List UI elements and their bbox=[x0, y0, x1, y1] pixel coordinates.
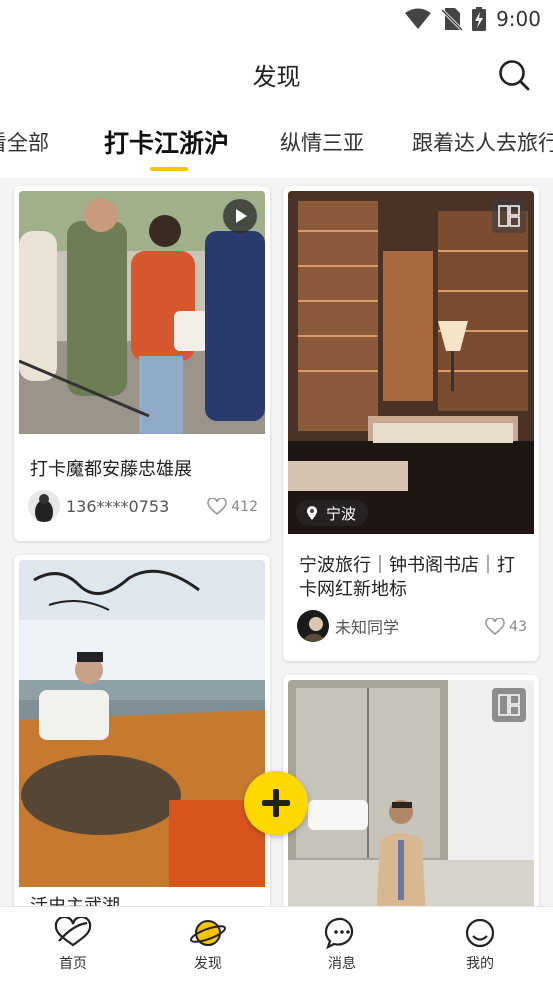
tab-sanya[interactable]: 纵情三亚 bbox=[280, 127, 364, 157]
active-tab-indicator bbox=[150, 167, 188, 171]
header: 发现 bbox=[0, 40, 553, 110]
no-sim-icon bbox=[442, 8, 463, 31]
post-author[interactable]: 136****0753 bbox=[28, 490, 169, 522]
wifi-icon bbox=[405, 8, 432, 29]
smiley-icon bbox=[465, 918, 495, 948]
grid-icon bbox=[498, 205, 520, 227]
author-name: 未知同学 bbox=[335, 618, 400, 637]
nav-item-profile[interactable]: 我的 bbox=[440, 917, 520, 973]
tab-all[interactable]: 看全部 bbox=[0, 127, 49, 157]
like-button[interactable]: 412 bbox=[207, 498, 258, 516]
like-count: 43 bbox=[509, 619, 527, 635]
nav-label: 发现 bbox=[194, 956, 222, 972]
location-pin-icon bbox=[307, 506, 317, 520]
post-title: 活史主武湖 bbox=[30, 895, 256, 906]
author-name: 136****0753 bbox=[66, 496, 170, 516]
bottom-nav: 首页 发现 消息 我的 bbox=[0, 906, 553, 983]
post-title: 宁波旅行｜钟书阁书店｜打卡网红新地标 bbox=[299, 555, 515, 600]
search-button[interactable] bbox=[497, 58, 531, 92]
home-heart-icon bbox=[54, 917, 92, 947]
post-card[interactable]: 宁波 宁波旅行｜钟书阁书店｜打卡网红新地标 未知同学 43 bbox=[283, 186, 539, 661]
status-time: 9:00 bbox=[496, 7, 541, 31]
post-photo: 宁波 bbox=[288, 191, 534, 534]
play-icon bbox=[236, 209, 247, 223]
location-tag[interactable]: 宁波 bbox=[296, 500, 369, 526]
battery-charging-icon bbox=[472, 7, 487, 31]
tab-travel-with-experts[interactable]: 跟着达人去旅行 bbox=[412, 127, 553, 157]
grid-icon bbox=[498, 694, 520, 716]
status-icons: 9:00 bbox=[404, 6, 541, 32]
heart-icon bbox=[485, 618, 505, 636]
heart-icon bbox=[207, 498, 228, 516]
post-photo bbox=[288, 680, 534, 906]
nav-item-discover[interactable]: 发现 bbox=[168, 917, 248, 973]
chat-bubble-icon bbox=[324, 917, 354, 949]
post-photo bbox=[19, 191, 265, 434]
location-label: 宁波 bbox=[326, 504, 357, 523]
gallery-badge bbox=[492, 688, 526, 722]
post-card[interactable] bbox=[283, 675, 539, 906]
nav-label: 我的 bbox=[466, 956, 494, 972]
post-card[interactable]: 打卡魔都安藤忠雄展 136****0753 412 bbox=[14, 186, 270, 541]
tab-jiangzhehu[interactable]: 打卡江浙沪 bbox=[104, 124, 229, 160]
like-button[interactable]: 43 bbox=[485, 618, 527, 636]
nav-item-home[interactable]: 首页 bbox=[33, 917, 113, 973]
planet-icon bbox=[189, 920, 227, 946]
search-icon bbox=[499, 60, 530, 91]
gallery-badge bbox=[492, 199, 526, 233]
post-title: 打卡魔都安藤忠雄展 bbox=[30, 459, 192, 480]
category-tabs: 看全部 打卡江浙沪 纵情三亚 跟着达人去旅行 bbox=[0, 112, 553, 178]
like-count: 412 bbox=[231, 499, 258, 515]
post-card[interactable]: 活史主武湖 bbox=[14, 555, 270, 906]
avatar bbox=[297, 610, 329, 642]
video-badge bbox=[223, 199, 257, 233]
post-photo bbox=[19, 560, 265, 887]
status-bar: 9:00 bbox=[0, 0, 553, 40]
nav-item-messages[interactable]: 消息 bbox=[302, 917, 382, 973]
nav-label: 消息 bbox=[328, 956, 356, 972]
post-author[interactable]: 未知同学 bbox=[297, 610, 399, 642]
page-title: 发现 bbox=[252, 63, 301, 91]
add-post-button[interactable] bbox=[244, 771, 308, 835]
nav-label: 首页 bbox=[59, 956, 87, 972]
avatar bbox=[28, 490, 60, 522]
